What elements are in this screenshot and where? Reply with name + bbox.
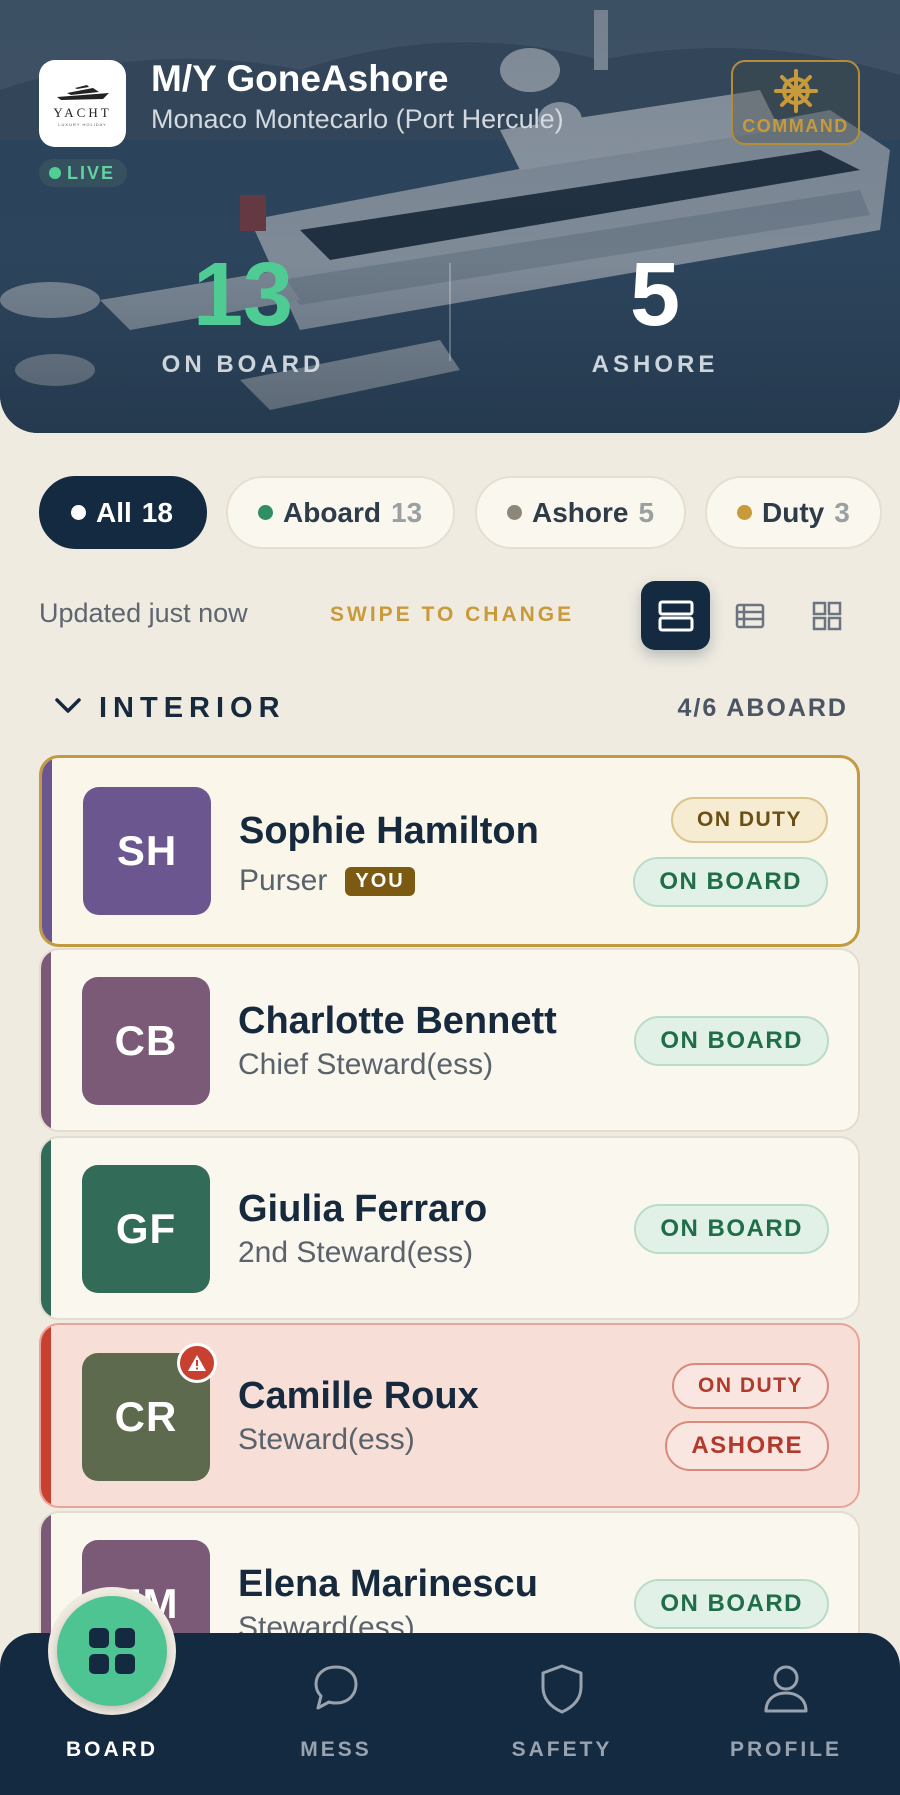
crew-role: Steward(ess) — [238, 1611, 415, 1633]
filter-count: 13 — [391, 496, 423, 528]
status-badge: ON BOARD — [634, 1204, 829, 1254]
duty-badge: ON DUTY — [672, 1363, 829, 1409]
shield-icon — [541, 1664, 583, 1714]
onboard-stat: 13 ON BOARD — [150, 245, 336, 379]
avatar-initials: CR — [114, 1393, 178, 1440]
crew-role: Steward(ess) — [238, 1423, 415, 1456]
warning-icon — [177, 1343, 217, 1383]
chevron-down-icon[interactable] — [54, 697, 82, 715]
vessel-port: Monaco Montecarlo (Port Hercule) — [151, 104, 564, 134]
status-stripe — [41, 950, 51, 1130]
avatar: CB — [82, 977, 210, 1105]
live-badge: LIVE — [39, 159, 128, 187]
vessel-name: M/Y GoneAshore — [151, 58, 449, 99]
avatar: GF — [82, 1165, 210, 1293]
command-label: COMMAND — [742, 115, 849, 136]
crew-card-you[interactable]: SH Sophie Hamilton Purser YOU ON DUTY ON… — [39, 755, 860, 947]
command-button[interactable]: COMMAND — [731, 60, 860, 145]
nav-profile-label: PROFILE — [729, 1738, 842, 1761]
filter-count: 3 — [834, 496, 850, 528]
dashboard-grid-icon — [89, 1628, 135, 1674]
filter-chip-all[interactable]: All 18 — [39, 476, 207, 549]
status-stripe — [42, 758, 52, 944]
crew-name: Camille Roux — [238, 1375, 479, 1417]
filter-label: All — [96, 496, 132, 528]
crew-role: Chief Steward(ess) — [238, 1048, 494, 1081]
filter-label: Aboard — [283, 496, 381, 528]
status-stripe — [41, 1513, 51, 1633]
yacht-logo-icon — [56, 84, 109, 100]
filter-count: 5 — [638, 496, 655, 528]
logo-text: YACHT — [53, 104, 112, 120]
dot-icon — [71, 505, 86, 520]
section-title[interactable]: INTERIOR — [99, 692, 286, 725]
crew-list[interactable]: SH Sophie Hamilton Purser YOU ON DUTY ON… — [0, 750, 900, 1633]
board-fab[interactable] — [48, 1587, 176, 1715]
crew-card[interactable]: CB Charlotte Bennett Chief Steward(ess) … — [39, 948, 860, 1132]
nav-board-label: BOARD — [66, 1738, 158, 1761]
crew-name: Elena Marinescu — [238, 1563, 538, 1605]
crew-card-alert[interactable]: CR Camille Roux Steward(ess) ON DUTY ASH… — [39, 1323, 860, 1508]
dot-icon — [737, 505, 752, 520]
view-cards-button[interactable] — [641, 581, 710, 650]
onboard-count: 13 — [192, 245, 294, 345]
yacht-logo: YACHT LUXURY HOLIDAY — [39, 60, 126, 147]
status-badge: ON BOARD — [634, 1579, 829, 1629]
helm-wheel-icon — [773, 68, 818, 113]
status-stripe — [41, 1138, 51, 1318]
avatar-initials: SH — [116, 827, 178, 874]
ashore-count: 5 — [629, 245, 681, 345]
hero-header: YACHT LUXURY HOLIDAY M/Y GoneAshore Mona… — [0, 0, 900, 433]
crew-name: Charlotte Bennett — [238, 1000, 557, 1042]
swipe-hint: SWIPE TO CHANGE — [330, 603, 575, 626]
status-badge: ON BOARD — [634, 1016, 829, 1066]
filter-count: 18 — [141, 496, 173, 528]
status-badge: ASHORE — [665, 1421, 829, 1471]
user-icon — [764, 1665, 808, 1713]
ashore-label: ASHORE — [591, 351, 719, 378]
filter-chip-duty[interactable]: Duty 3 — [705, 476, 882, 549]
live-label: LIVE — [67, 162, 116, 183]
filter-chip-aboard[interactable]: Aboard 13 — [226, 476, 455, 549]
filter-label: Duty — [762, 496, 825, 528]
crew-name: Sophie Hamilton — [239, 810, 539, 852]
nav-mess-label: MESS — [300, 1738, 372, 1761]
nav-safety-label: SAFETY — [511, 1738, 613, 1761]
stat-divider — [449, 263, 451, 361]
logo-subtext: LUXURY HOLIDAY — [58, 121, 107, 127]
status-stripe — [41, 1325, 51, 1506]
dot-icon — [507, 505, 522, 520]
duty-badge: ON DUTY — [671, 797, 828, 843]
updated-status: Updated just now — [39, 598, 248, 628]
cards-view-icon — [658, 600, 693, 631]
avatar-initials: GF — [115, 1205, 177, 1252]
chat-bubble-icon — [314, 1665, 358, 1710]
crew-role: 2nd Steward(ess) — [238, 1236, 474, 1269]
crew-role-label: Purser — [239, 864, 328, 897]
view-grid-button[interactable] — [792, 581, 861, 650]
crew-card[interactable]: GF Giulia Ferraro 2nd Steward(ess) ON BO… — [39, 1136, 860, 1320]
view-list-button[interactable] — [715, 581, 784, 650]
section-count: 4/6 ABOARD — [677, 694, 848, 722]
avatar: SH — [83, 787, 211, 915]
grid-view-icon — [812, 601, 841, 630]
board-fab-button[interactable] — [57, 1596, 167, 1706]
avatar-initials: CB — [114, 1017, 178, 1064]
live-dot-icon — [49, 167, 61, 179]
onboard-label: ON BOARD — [161, 351, 325, 378]
filter-label: Ashore — [532, 496, 629, 528]
ashore-stat: 5 ASHORE — [575, 245, 735, 379]
crew-name: Giulia Ferraro — [238, 1188, 488, 1230]
you-badge: YOU — [345, 866, 415, 896]
list-view-icon — [735, 603, 764, 628]
crew-role: Purser YOU — [239, 864, 415, 898]
filter-chip-ashore[interactable]: Ashore 5 — [475, 476, 686, 549]
status-badge: ON BOARD — [633, 857, 828, 907]
dot-icon — [258, 505, 273, 520]
